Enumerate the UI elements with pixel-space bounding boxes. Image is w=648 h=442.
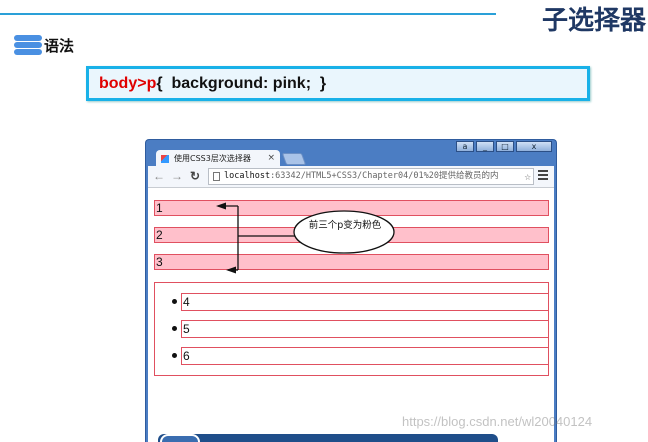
tab-title: 使用CSS3层次选择器 xyxy=(174,154,251,163)
browser-window: a _ □ x 使用CSS3层次选择器 × ← → ↻ localhost:63… xyxy=(145,139,557,442)
code-declaration: { background: pink; } xyxy=(156,74,327,92)
code-example: body>p { background: pink; } xyxy=(86,66,590,101)
url-path: :63342/HTML5+CSS3/Chapter04/01%20提供给教员的内 xyxy=(270,171,499,181)
bottom-banner-knob xyxy=(160,434,200,442)
browser-toolbar: ← → ↻ localhost:63342/HTML5+CSS3/Chapter… xyxy=(148,166,554,188)
stack-icon xyxy=(14,33,42,57)
code-selector: body>p xyxy=(99,74,157,92)
annotation-label: 前三个p变为粉色 xyxy=(308,220,382,231)
list-item-6: 6 xyxy=(181,347,549,365)
page-icon xyxy=(213,172,220,181)
forward-arrow-icon[interactable]: → xyxy=(171,169,183,183)
bullet-icon xyxy=(172,353,177,358)
menu-icon[interactable] xyxy=(538,170,548,182)
watermark: https://blog.csdn.net/wl20040124 xyxy=(402,414,593,429)
page-viewport: 1 2 3 4 5 6 前三个p变为粉色 xyxy=(148,188,554,442)
list-item-4: 4 xyxy=(181,293,549,311)
list-item-5: 5 xyxy=(181,320,549,338)
bullet-icon xyxy=(172,326,177,331)
slide-title: 子选择器 xyxy=(541,6,646,36)
new-tab-button[interactable] xyxy=(281,153,307,165)
tab-close-icon[interactable]: × xyxy=(267,150,275,167)
favicon-icon xyxy=(161,155,169,163)
star-icon[interactable]: ☆ xyxy=(524,169,531,184)
tab-active[interactable]: 使用CSS3层次选择器 × xyxy=(156,150,280,167)
bottom-banner xyxy=(158,434,498,442)
address-bar[interactable]: localhost:63342/HTML5+CSS3/Chapter04/01%… xyxy=(208,168,534,185)
annotation-arrows xyxy=(216,202,395,274)
back-arrow-icon[interactable]: ← xyxy=(153,169,165,183)
url-host: localhost xyxy=(224,171,271,181)
tab-bar: 使用CSS3层次选择器 × xyxy=(146,148,556,167)
section-heading: 语法 xyxy=(14,32,74,58)
reload-icon[interactable]: ↻ xyxy=(190,169,200,183)
header-divider xyxy=(0,13,496,15)
bullet-icon xyxy=(172,299,177,304)
section-label: 语法 xyxy=(44,36,75,55)
unordered-list: 4 5 6 xyxy=(154,282,549,376)
